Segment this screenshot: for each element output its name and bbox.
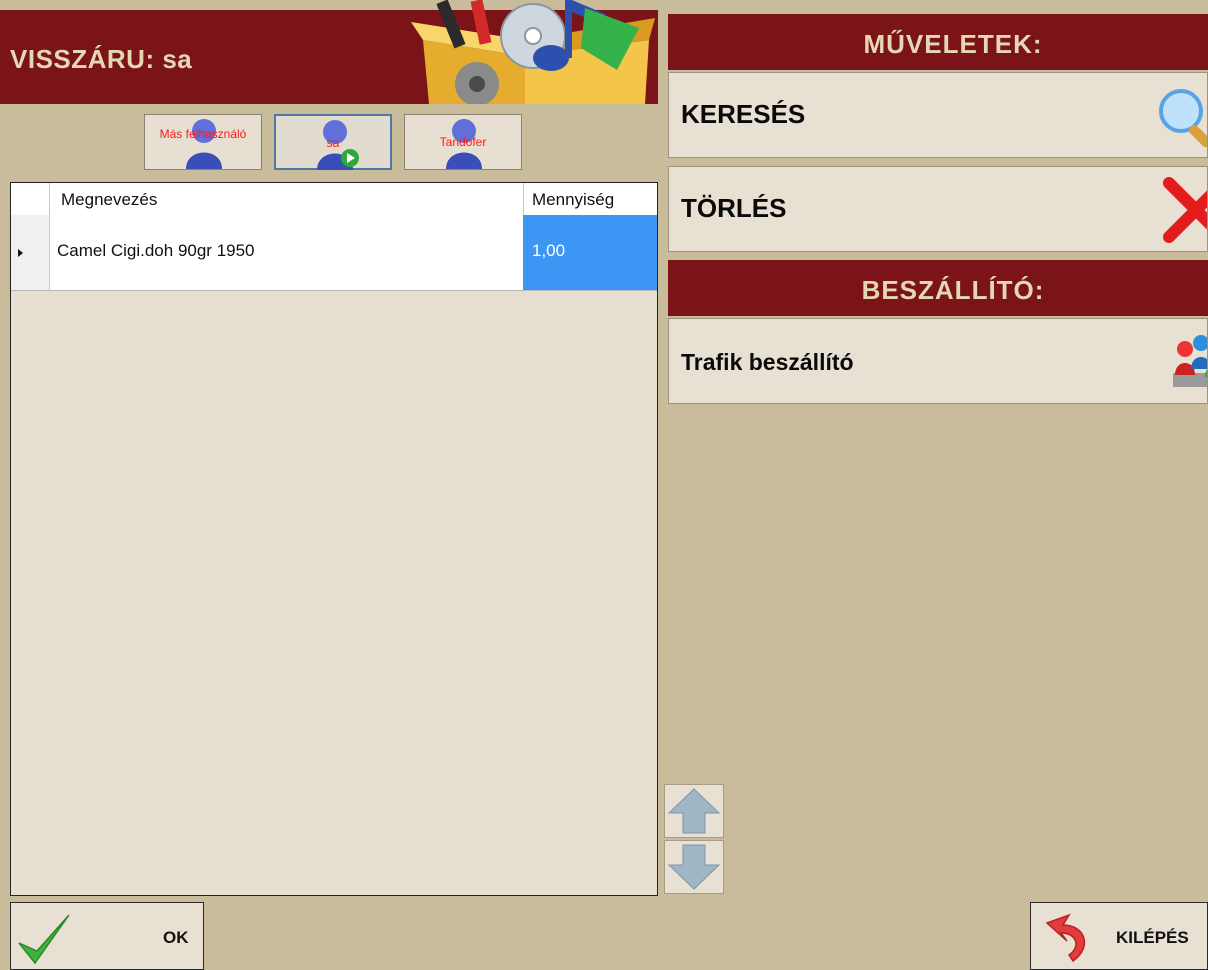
items-grid[interactable]: Megnevezés Mennyiség Camel Cigi.doh 90gr… bbox=[10, 182, 658, 896]
left-header-bar: VISSZÁRU: sa bbox=[0, 0, 658, 104]
delete-button[interactable]: TÖRLÉS bbox=[668, 166, 1208, 252]
grid-header: Megnevezés Mennyiség bbox=[11, 183, 657, 216]
user-button-label: Más felhasználó bbox=[159, 127, 247, 141]
magnifier-icon bbox=[1159, 89, 1207, 148]
exit-button-label: KILÉPÉS bbox=[1116, 928, 1189, 947]
search-button[interactable]: KERESÉS bbox=[668, 72, 1208, 158]
row-header[interactable] bbox=[11, 215, 50, 290]
supplier-header: BESZÁLLÍTÓ: bbox=[668, 260, 1208, 316]
checkmark-icon bbox=[18, 914, 70, 965]
user-button-other[interactable]: Más felhasználó bbox=[144, 114, 262, 170]
people-group-icon bbox=[1173, 335, 1207, 387]
column-header-name[interactable]: Megnevezés bbox=[61, 183, 157, 215]
software-box-icon bbox=[411, 0, 655, 104]
play-icon bbox=[341, 149, 359, 167]
delete-button-label: TÖRLÉS bbox=[681, 193, 787, 223]
arrow-down-icon bbox=[667, 844, 721, 890]
table-row[interactable]: Camel Cigi.doh 90gr 1950 1,00 bbox=[11, 215, 657, 291]
cell-quantity[interactable]: 1,00 bbox=[523, 215, 657, 290]
ok-button[interactable]: OK bbox=[10, 902, 204, 970]
user-icon bbox=[186, 119, 222, 169]
current-row-indicator-icon bbox=[18, 249, 23, 257]
user-button-sa[interactable]: sa bbox=[274, 114, 392, 170]
red-x-icon bbox=[1163, 177, 1207, 243]
supplier-button[interactable]: Trafik beszállító bbox=[668, 318, 1208, 404]
grid-corner bbox=[11, 183, 50, 215]
ok-button-label: OK bbox=[163, 928, 189, 947]
exit-button[interactable]: KILÉPÉS bbox=[1030, 902, 1208, 970]
undo-arrow-icon bbox=[1045, 913, 1086, 963]
supplier-name: Trafik beszállító bbox=[681, 349, 854, 375]
user-button-label: Tandofer bbox=[439, 135, 487, 149]
search-button-label: KERESÉS bbox=[681, 99, 806, 129]
user-button-tandofer[interactable]: Tandofer bbox=[404, 114, 522, 170]
column-header-quantity[interactable]: Mennyiség bbox=[532, 183, 614, 215]
scroll-up-button[interactable] bbox=[664, 784, 724, 838]
arrow-up-icon bbox=[667, 788, 721, 834]
user-button-label: sa bbox=[326, 136, 340, 150]
cell-name[interactable]: Camel Cigi.doh 90gr 1950 bbox=[57, 215, 523, 290]
operations-header: MŰVELETEK: bbox=[668, 14, 1208, 70]
column-divider bbox=[523, 183, 524, 215]
scroll-down-button[interactable] bbox=[664, 840, 724, 894]
page-title: VISSZÁRU: sa bbox=[10, 44, 193, 74]
